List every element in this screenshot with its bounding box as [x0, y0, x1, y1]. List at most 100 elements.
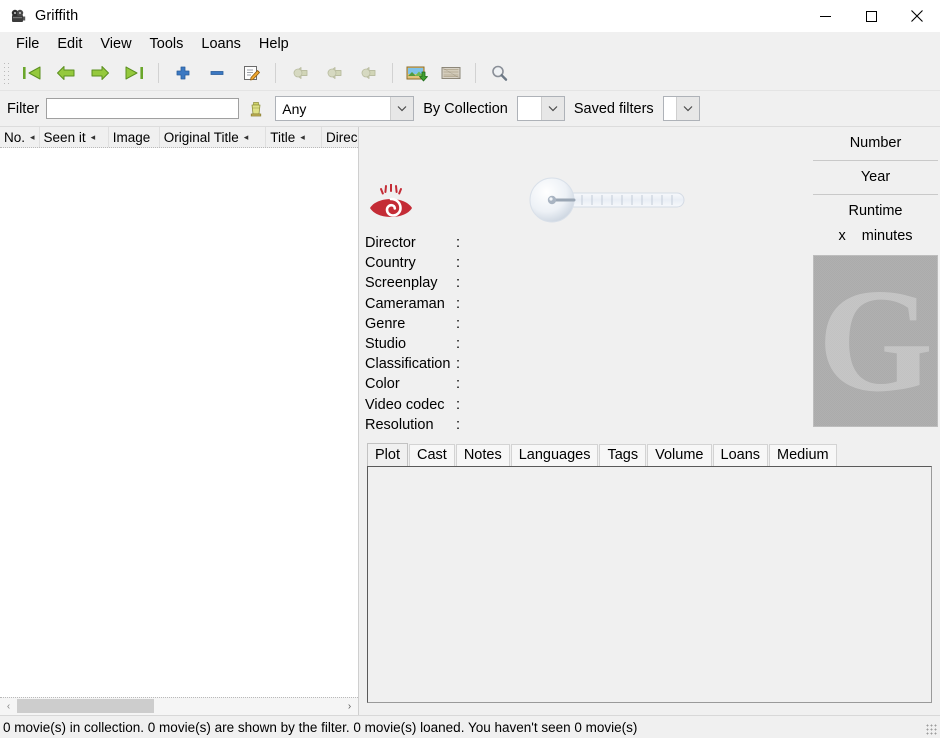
menu-item-tools[interactable]: Tools	[141, 34, 193, 54]
menu-item-file[interactable]: File	[7, 34, 48, 54]
add-movie-icon[interactable]	[167, 58, 199, 88]
column-label: Seen it	[43, 129, 86, 145]
sort-marker-icon[interactable]: ◂	[244, 132, 249, 142]
chevron-down-icon[interactable]	[675, 97, 699, 120]
column-header-director[interactable]: Direc	[322, 127, 358, 147]
next-record-icon[interactable]	[84, 58, 116, 88]
tab-medium[interactable]: Medium	[769, 444, 837, 466]
sort-marker-icon[interactable]: ◂	[91, 132, 96, 142]
hscroll-track[interactable]	[17, 698, 341, 715]
hscroll-thumb[interactable]	[17, 699, 154, 713]
movie-detail-panel: Director : Country : Screenplay : Camera…	[359, 127, 940, 715]
field-colon: :	[456, 396, 461, 413]
field-colon: :	[456, 275, 461, 292]
field-director: Director :	[365, 233, 466, 253]
field-screenplay: Screenplay :	[365, 273, 466, 293]
toolbar	[0, 56, 940, 91]
status-bar: 0 movie(s) in collection. 0 movie(s) are…	[0, 715, 940, 738]
saved-filters-value	[664, 97, 676, 120]
field-classification: Classification :	[365, 354, 466, 374]
menu-item-loans[interactable]: Loans	[192, 34, 250, 54]
field-label: Classification	[365, 356, 451, 373]
field-colon: :	[456, 376, 461, 393]
status-text: 0 movie(s) in collection. 0 movie(s) are…	[3, 719, 638, 735]
chevron-down-icon[interactable]	[390, 97, 414, 120]
runtime-unit: minutes	[861, 228, 913, 244]
column-label: Original Title	[163, 129, 239, 145]
saved-filters-combo[interactable]	[662, 96, 700, 121]
tab-tags[interactable]: Tags	[599, 444, 647, 466]
toolbar-separator	[275, 63, 276, 83]
filter-input[interactable]	[46, 98, 240, 119]
column-header-seen-it[interactable]: Seen it ◂	[40, 127, 109, 147]
sort-marker-icon[interactable]: ◂	[30, 132, 35, 142]
field-colon: :	[456, 295, 461, 312]
column-label: Direc	[326, 129, 358, 145]
column-header-image[interactable]: Image	[109, 127, 160, 147]
plot-textarea[interactable]	[367, 466, 932, 703]
field-colon: :	[456, 315, 461, 332]
column-header-no[interactable]: No. ◂	[0, 127, 40, 147]
minimize-button[interactable]	[802, 0, 848, 32]
field-country: Country :	[365, 253, 466, 273]
first-record-icon[interactable]	[16, 58, 48, 88]
rating-slider-widget[interactable]	[529, 177, 689, 228]
last-record-icon[interactable]	[118, 58, 150, 88]
field-label: Video codec	[365, 396, 445, 413]
search-movie-icon[interactable]	[484, 58, 516, 88]
by-collection-label: By Collection	[423, 100, 508, 117]
field-studio: Studio :	[365, 334, 466, 354]
loan-history-icon[interactable]	[352, 58, 384, 88]
toolbar-grip[interactable]	[3, 62, 12, 84]
remove-movie-icon[interactable]	[201, 58, 233, 88]
collection-combo[interactable]	[516, 96, 565, 121]
column-header-title[interactable]: Title ◂	[266, 127, 323, 147]
red-eye-icon	[367, 183, 415, 231]
close-button[interactable]	[894, 0, 940, 32]
menu-item-help[interactable]: Help	[250, 34, 298, 54]
scroll-left-icon[interactable]: ‹	[0, 698, 17, 715]
movie-list-rows[interactable]	[0, 148, 358, 697]
field-label: Studio	[365, 336, 407, 353]
tab-volume[interactable]: Volume	[647, 444, 712, 466]
field-label: Country	[365, 255, 416, 272]
menu-item-view[interactable]: View	[91, 34, 140, 54]
tab-languages[interactable]: Languages	[510, 444, 599, 466]
column-header-original-title[interactable]: Original Title ◂	[160, 127, 267, 147]
movie-list-header: No. ◂ Seen it ◂ Image Original Title ◂ T…	[0, 127, 358, 148]
import-icon[interactable]	[401, 58, 433, 88]
lend-movie-icon[interactable]	[284, 58, 316, 88]
filter-scope-combo[interactable]: Any	[275, 96, 415, 121]
detail-top-area: Director : Country : Screenplay : Camera…	[359, 127, 940, 443]
tab-loans[interactable]: Loans	[712, 444, 769, 466]
runtime-value: x	[838, 228, 846, 244]
column-label: Title	[270, 129, 296, 145]
tab-cast[interactable]: Cast	[409, 444, 455, 466]
filter-clear-icon[interactable]	[244, 97, 268, 121]
filter-label: Filter	[7, 100, 40, 117]
menu-bar: File Edit View Tools Loans Help	[0, 32, 940, 56]
saved-filters-label: Saved filters	[573, 100, 654, 117]
movie-list-panel: No. ◂ Seen it ◂ Image Original Title ◂ T…	[0, 127, 359, 715]
maximize-button[interactable]	[848, 0, 894, 32]
detail-meta-column: Number Year Runtime x minutes G	[811, 127, 940, 427]
tab-plot[interactable]: Plot	[367, 443, 408, 466]
chevron-down-icon[interactable]	[540, 97, 564, 120]
field-label: Resolution	[365, 416, 434, 433]
field-colon: :	[456, 235, 461, 252]
scroll-right-icon[interactable]: ›	[341, 698, 358, 715]
previous-record-icon[interactable]	[50, 58, 82, 88]
poster-image[interactable]: G	[813, 255, 938, 427]
field-label: Director	[365, 235, 416, 252]
sort-marker-icon[interactable]: ◂	[300, 132, 305, 142]
resize-grip[interactable]	[926, 724, 938, 736]
return-movie-icon[interactable]	[318, 58, 350, 88]
filter-scope-value: Any	[282, 100, 307, 117]
menu-item-edit[interactable]: Edit	[48, 34, 91, 54]
field-colon: :	[456, 336, 461, 353]
edit-movie-icon[interactable]	[235, 58, 267, 88]
tab-notes[interactable]: Notes	[455, 444, 510, 466]
movie-list-hscrollbar[interactable]: ‹ ›	[0, 697, 358, 715]
field-colon: :	[456, 356, 461, 373]
export-icon[interactable]	[435, 58, 467, 88]
